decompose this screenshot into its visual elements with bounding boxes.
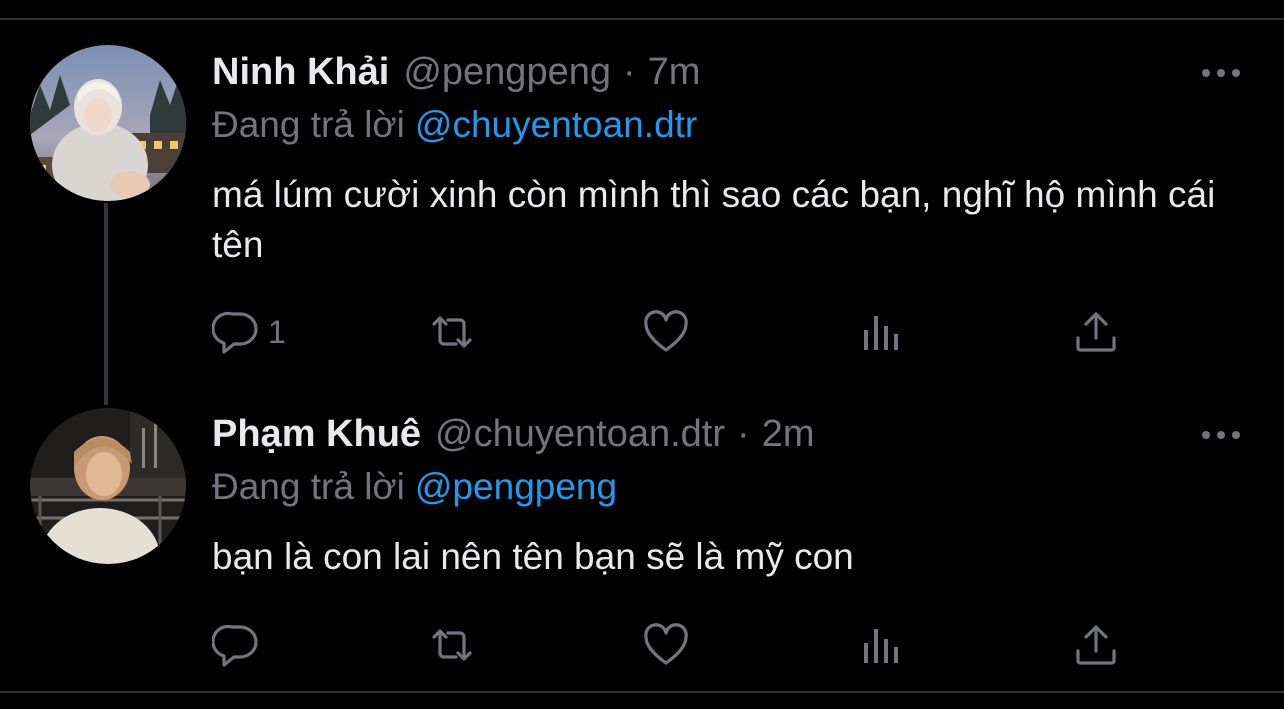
more-icon[interactable]	[1196, 58, 1246, 88]
share-icon	[1076, 625, 1116, 665]
like-button[interactable]	[642, 302, 698, 362]
more-dot	[1232, 69, 1240, 77]
like-button[interactable]	[642, 615, 698, 675]
timestamp[interactable]: 2m	[762, 408, 815, 460]
separator-dot: ·	[737, 413, 750, 455]
views-button[interactable]	[858, 615, 914, 675]
avatar-image	[30, 45, 186, 201]
more-dot	[1202, 431, 1210, 439]
avatar[interactable]	[30, 408, 186, 564]
views-icon	[864, 629, 898, 663]
tweet-actions	[0, 615, 1284, 675]
timestamp[interactable]: 7m	[648, 46, 701, 98]
tweet[interactable]: Phạm Khuê @chuyentoan.dtr · 2m Đang trả …	[0, 400, 1284, 690]
more-dot	[1217, 69, 1225, 77]
heart-icon	[644, 623, 688, 665]
bottom-divider	[0, 691, 1284, 693]
retweet-icon	[432, 629, 472, 661]
share-button[interactable]	[1072, 302, 1120, 362]
tweet-header: Ninh Khải @pengpeng · 7m	[212, 46, 700, 98]
tweet-text: má lúm cười xinh còn mình thì sao các bạ…	[212, 174, 1216, 265]
user-handle[interactable]: @pengpeng	[403, 46, 611, 98]
tweet-header: Phạm Khuê @chuyentoan.dtr · 2m	[212, 408, 814, 460]
share-button[interactable]	[1072, 615, 1120, 675]
retweet-button[interactable]	[428, 615, 484, 675]
replying-to-label: Đang trả lời	[212, 104, 405, 145]
heart-icon	[644, 310, 688, 352]
reply-icon	[212, 624, 258, 667]
reply-mention-link[interactable]: @chuyentoan.dtr	[415, 104, 697, 145]
views-button[interactable]	[858, 302, 914, 362]
replying-to-label: Đang trả lời	[212, 466, 405, 507]
retweet-button[interactable]	[428, 302, 484, 362]
avatar[interactable]	[30, 45, 186, 201]
avatar-image	[30, 408, 186, 564]
display-name[interactable]: Ninh Khải	[212, 46, 389, 98]
views-icon	[864, 316, 898, 350]
display-name[interactable]: Phạm Khuê	[212, 408, 421, 460]
more-dot	[1217, 431, 1225, 439]
more-icon[interactable]	[1196, 420, 1246, 450]
reply-count: 1	[268, 313, 286, 350]
reply-icon	[212, 311, 258, 354]
user-handle[interactable]: @chuyentoan.dtr	[435, 408, 725, 460]
more-dot	[1232, 431, 1240, 439]
tweet-text: bạn là con lai nên tên bạn sẽ là mỹ con	[212, 536, 854, 577]
reply-button[interactable]	[212, 615, 268, 675]
replying-to: Đang trả lời @chuyentoan.dtr	[212, 100, 697, 150]
more-dot	[1202, 69, 1210, 77]
tweet-actions: 1	[0, 302, 1284, 362]
tweet[interactable]: Ninh Khải @pengpeng · 7m Đang trả lời @ch…	[0, 20, 1284, 400]
replying-to: Đang trả lời @pengpeng	[212, 462, 617, 512]
retweet-icon	[432, 316, 472, 348]
share-icon	[1076, 312, 1116, 352]
reply-mention-link[interactable]: @pengpeng	[415, 466, 617, 507]
separator-dot: ·	[622, 51, 636, 93]
reply-button[interactable]: 1	[212, 302, 286, 362]
